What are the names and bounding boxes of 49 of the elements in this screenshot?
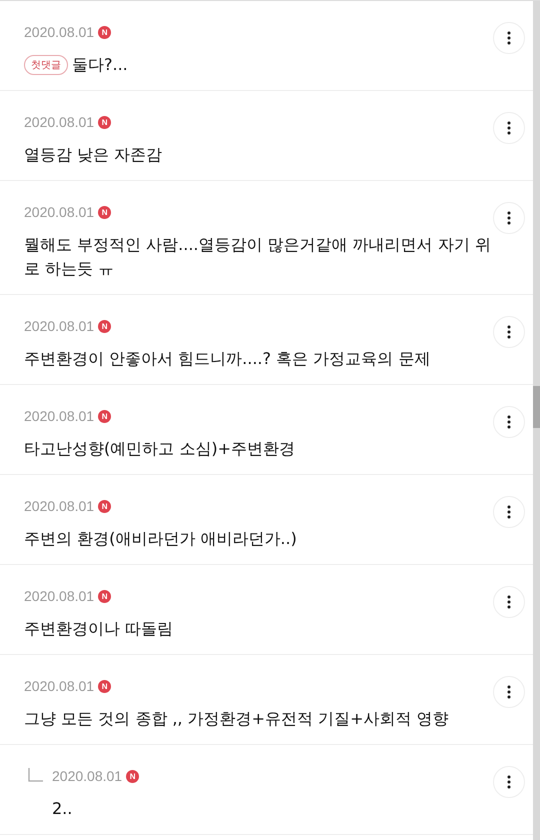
more-icon [507, 595, 511, 609]
new-badge: N [98, 500, 112, 512]
comment-text: 열등감 낮은 자존감 [24, 144, 162, 166]
comment-date: 2020.08.01 [24, 678, 94, 694]
scrollbar[interactable] [533, 1, 540, 840]
more-button[interactable] [493, 766, 525, 798]
scrollbar-thumb[interactable] [533, 386, 540, 428]
comment-text: 둘다?... [72, 54, 128, 76]
more-button[interactable] [493, 202, 525, 234]
new-badge: N [98, 590, 112, 602]
comment-text: 주변환경이나 따돌림 [24, 618, 174, 640]
more-button[interactable] [493, 112, 525, 144]
comment-date: 2020.08.01 [52, 768, 122, 784]
more-button[interactable] [493, 676, 525, 708]
more-button[interactable] [493, 316, 525, 348]
new-badge: N [98, 680, 112, 692]
comment-date: 2020.08.01 [24, 24, 94, 40]
more-icon [507, 211, 511, 225]
more-icon [507, 325, 511, 339]
comment-date: 2020.08.01 [24, 204, 94, 220]
comment-date: 2020.08.01 [24, 318, 94, 334]
comment-text: 뭘해도 부정적인 사람....열등감이 많은거같애 까내리면서 자기 위로 하는듯 ㅠ [24, 234, 492, 280]
new-badge: N [98, 320, 112, 332]
more-icon [507, 775, 511, 789]
new-badge: N [98, 116, 112, 128]
comment-text: 주변환경이 안좋아서 힘드니까....? 혹은 가정교육의 문제 [24, 348, 430, 370]
more-icon [507, 121, 511, 135]
reply-icon [28, 768, 44, 782]
comment-date: 2020.08.01 [24, 498, 94, 514]
new-badge: N [98, 206, 112, 218]
comment-text: 주변의 환경(애비라던가 애비라던가..) [24, 528, 297, 550]
comment-date: 2020.08.01 [24, 114, 94, 130]
more-button[interactable] [493, 22, 525, 54]
first-comment-tag: 첫댓글 [24, 55, 68, 75]
more-button[interactable] [493, 586, 525, 618]
more-button[interactable] [493, 406, 525, 438]
more-icon [507, 505, 511, 519]
more-button[interactable] [493, 496, 525, 528]
comment-date: 2020.08.01 [24, 408, 94, 424]
more-icon [507, 415, 511, 429]
comment-text: 타고난성향(예민하고 소심)+주변환경 [24, 438, 295, 460]
comment-date: 2020.08.01 [24, 588, 94, 604]
comment-text: 2.. [52, 798, 72, 820]
more-icon [507, 685, 511, 699]
new-badge: N [126, 770, 140, 782]
new-badge: N [98, 26, 112, 38]
comment-text: 그냥 모든 것의 종합 ,, 가정환경+유전적 기질+사회적 영향 [24, 708, 449, 730]
more-icon [507, 31, 511, 45]
new-badge: N [98, 410, 112, 422]
